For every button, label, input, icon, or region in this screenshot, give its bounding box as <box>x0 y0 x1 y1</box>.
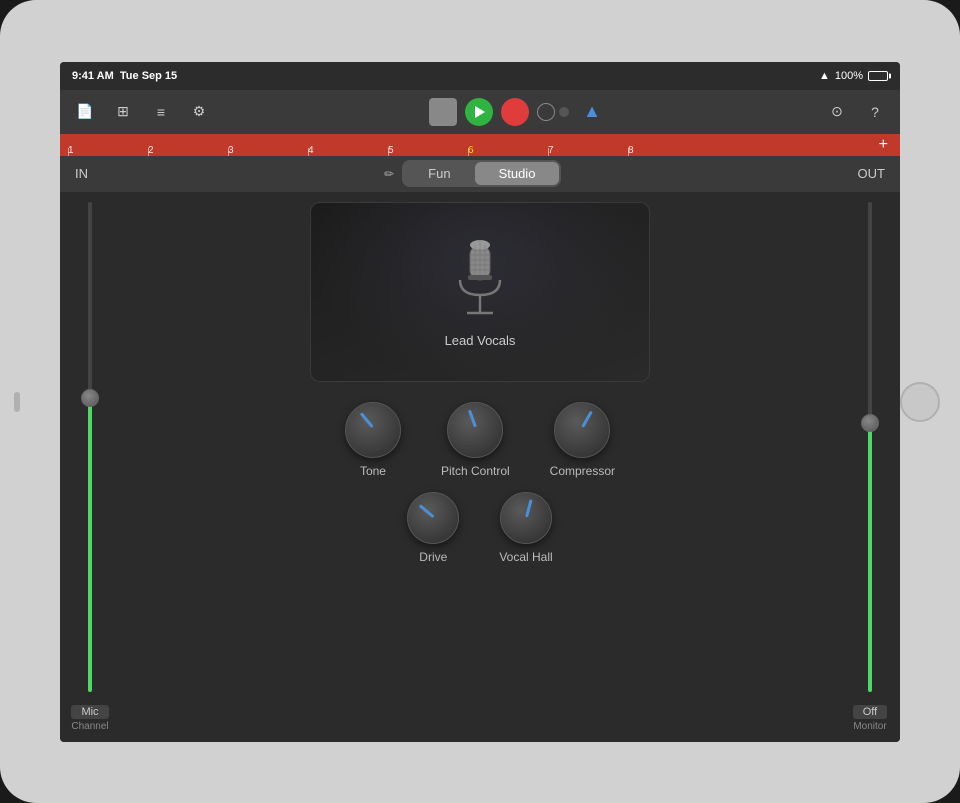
add-track-button[interactable]: + <box>875 136 892 154</box>
home-button[interactable] <box>900 382 940 422</box>
compressor-knob[interactable] <box>554 402 610 458</box>
drive-knob-indicator <box>419 504 435 518</box>
out-slider-label: Off Monitor <box>853 705 886 732</box>
eq-button[interactable]: ⚙ <box>184 97 214 127</box>
pitch-control-knob[interactable] <box>447 402 503 458</box>
play-button[interactable] <box>465 98 493 126</box>
tab-fun[interactable]: Fun <box>404 162 474 185</box>
stop-button[interactable] <box>429 98 457 126</box>
ruler-mark-2: 2 <box>148 145 228 156</box>
toolbar-left: 📄 ⊞ ≡ ⚙ <box>70 97 214 127</box>
ruler-marks: 1 2 3 4 5 6 7 8 <box>68 134 875 156</box>
tempo-circle <box>537 103 555 121</box>
center-area: Lead Vocals Tone Pitch Control <box>120 192 840 742</box>
tempo-display <box>537 103 569 121</box>
tone-knob-label: Tone <box>360 464 386 478</box>
in-slider-label: Mic Channel <box>71 705 108 732</box>
metronome-button[interactable]: ▲ <box>577 97 607 127</box>
toolbar-center: ▲ <box>222 97 814 127</box>
ruler-mark-7: 7 <box>548 145 628 156</box>
tracks-button[interactable]: ⊞ <box>108 97 138 127</box>
out-slider-thumb[interactable] <box>861 414 879 432</box>
in-slider-track[interactable] <box>88 202 92 692</box>
status-bar: 9:41 AM Tue Sep 15 ▲ 100% <box>60 62 900 90</box>
pencil-icon: ✏ <box>384 167 394 181</box>
tempo-dot <box>559 107 569 117</box>
timeline-ruler: 1 2 3 4 5 6 7 8 + <box>60 134 900 156</box>
pitch-control-knob-indicator <box>468 409 477 427</box>
mode-tabs-group: Fun Studio <box>402 160 561 187</box>
compressor-knob-indicator <box>581 410 593 427</box>
mix-button[interactable]: ≡ <box>146 97 176 127</box>
vocal-hall-knob-indicator <box>525 499 533 517</box>
drive-knob-label: Drive <box>419 550 447 564</box>
pitch-control-knob-group: Pitch Control <box>441 402 510 478</box>
microphone-icon <box>445 235 515 325</box>
out-slider-track[interactable] <box>868 202 872 692</box>
help-button[interactable]: ? <box>860 97 890 127</box>
ruler-mark-5: 5 <box>388 145 468 156</box>
vocal-hall-knob-group: Vocal Hall <box>499 492 552 564</box>
main-content: Mic Channel <box>60 192 900 742</box>
compressor-knob-label: Compressor <box>550 464 615 478</box>
monitor-value: Off <box>853 705 886 719</box>
tab-studio[interactable]: Studio <box>475 162 560 185</box>
out-slider-col: Off Monitor <box>840 192 900 742</box>
drive-knob-group: Drive <box>407 492 459 564</box>
play-icon <box>475 106 485 118</box>
undo-button[interactable]: ⊙ <box>822 97 852 127</box>
channel-value: Mic <box>71 705 108 719</box>
instrument-name: Lead Vocals <box>445 333 516 348</box>
in-slider-thumb[interactable] <box>81 389 99 407</box>
out-slider-fill <box>868 422 872 692</box>
drive-knob[interactable] <box>407 492 459 544</box>
toolbar-right: ⊙ ? <box>822 97 890 127</box>
battery-percent: 100% <box>835 70 863 82</box>
ruler-mark-8: 8 <box>628 145 708 156</box>
vocal-hall-knob-label: Vocal Hall <box>499 550 552 564</box>
status-time: 9:41 AM Tue Sep 15 <box>72 70 177 82</box>
out-label: OUT <box>858 166 885 181</box>
knobs-row-1: Tone Pitch Control Compressor <box>345 402 615 478</box>
ruler-mark-4: 4 <box>308 145 388 156</box>
battery-icon <box>868 71 888 81</box>
tone-knob-indicator <box>360 412 374 428</box>
side-button[interactable] <box>14 392 20 412</box>
new-song-button[interactable]: 📄 <box>70 97 100 127</box>
toolbar: 📄 ⊞ ≡ ⚙ ▲ ⊙ ? <box>60 90 900 134</box>
record-button[interactable] <box>501 98 529 126</box>
vocal-hall-knob[interactable] <box>500 492 552 544</box>
ruler-mark-3: 3 <box>228 145 308 156</box>
ipad-frame: 9:41 AM Tue Sep 15 ▲ 100% 📄 ⊞ ≡ ⚙ <box>0 0 960 803</box>
in-slider-col: Mic Channel <box>60 192 120 742</box>
monitor-label: Monitor <box>853 721 886 732</box>
ruler-mark-6: 6 <box>468 145 548 156</box>
instrument-box[interactable]: Lead Vocals <box>310 202 650 382</box>
in-slider-fill <box>88 398 92 692</box>
wifi-icon: ▲ <box>819 70 830 82</box>
knobs-row-2: Drive Vocal Hall <box>407 492 552 564</box>
mode-tabs-bar: IN ✏ Fun Studio OUT <box>60 156 900 192</box>
tone-knob-group: Tone <box>345 402 401 478</box>
ruler-mark-1: 1 <box>68 145 148 156</box>
in-label: IN <box>75 166 88 181</box>
ipad-screen: 9:41 AM Tue Sep 15 ▲ 100% 📄 ⊞ ≡ ⚙ <box>60 62 900 742</box>
pitch-control-knob-label: Pitch Control <box>441 464 510 478</box>
compressor-knob-group: Compressor <box>550 402 615 478</box>
tone-knob[interactable] <box>345 402 401 458</box>
status-right: ▲ 100% <box>819 70 888 82</box>
channel-label: Channel <box>71 721 108 732</box>
